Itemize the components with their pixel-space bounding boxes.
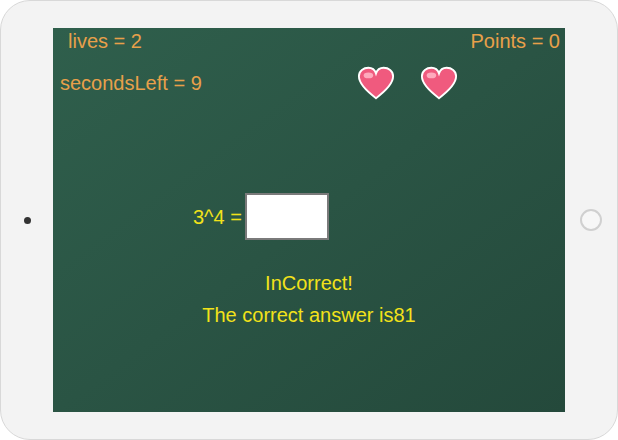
camera-area <box>1 217 53 224</box>
home-button[interactable] <box>580 209 602 231</box>
seconds-left-text: secondsLeft = 9 <box>60 71 202 95</box>
feedback: InCorrect! The correct answer is81 <box>53 270 565 328</box>
points-text: Points = 0 <box>470 29 560 53</box>
heart-icon <box>420 65 458 101</box>
question-prompt: 3^4 = <box>193 205 242 229</box>
top-bar: lives = 2 Points = 0 <box>53 28 565 53</box>
answer-field[interactable] <box>245 193 329 240</box>
question-row: 3^4 = <box>53 193 565 240</box>
camera-dot <box>24 217 31 224</box>
correct-answer-text: The correct answer is81 <box>202 302 415 328</box>
result-text: InCorrect! <box>265 270 353 296</box>
home-button-area <box>565 209 617 231</box>
heart-icon <box>357 65 395 101</box>
timer-row: secondsLeft = 9 <box>53 65 565 101</box>
hearts <box>357 65 458 101</box>
lives-text: lives = 2 <box>68 29 142 53</box>
game-screen: lives = 2 Points = 0 secondsLeft = 9 3^4 = I… <box>53 28 565 412</box>
app: lives = 2 Points = 0 secondsLeft = 9 3^4 = I… <box>0 0 618 440</box>
tablet-frame: lives = 2 Points = 0 secondsLeft = 9 3^4 = I… <box>0 0 618 440</box>
